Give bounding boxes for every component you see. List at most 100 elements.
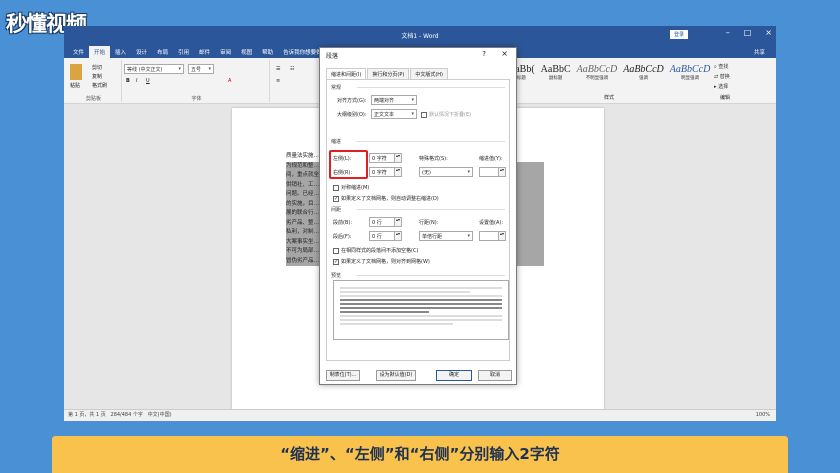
- alignment-label: 对齐方式(G):: [337, 98, 367, 104]
- highlight-box: [329, 150, 368, 179]
- space-after-label: 段后(F):: [333, 234, 352, 240]
- cancel-button[interactable]: 取消: [478, 370, 512, 381]
- format-painter-button[interactable]: 格式刷: [92, 82, 107, 89]
- font-name-select[interactable]: 等线 (中文正文): [124, 64, 184, 74]
- space-before-spinner[interactable]: ▴▾: [394, 217, 402, 227]
- bullets-icon[interactable]: ☰: [276, 66, 280, 72]
- status-bar: 第 1 页，共 1 页 284/484 个字 中文(中国) 100%: [64, 409, 776, 421]
- italic-button[interactable]: I: [136, 78, 137, 84]
- close-icon[interactable]: ×: [765, 28, 772, 37]
- numbering-icon[interactable]: ☷: [290, 66, 294, 72]
- align-left-icon[interactable]: ≡: [276, 78, 280, 84]
- find-label: 查找: [718, 64, 729, 70]
- copy-button[interactable]: 复制: [92, 73, 102, 80]
- share-button[interactable]: 共享: [749, 46, 770, 58]
- style-intense-name: 明显强调: [681, 76, 700, 81]
- checkbox-box: [333, 247, 339, 254]
- tab-references[interactable]: 引用: [173, 46, 194, 58]
- language[interactable]: 中文(中国): [148, 412, 172, 418]
- special-indent-select[interactable]: (无): [419, 167, 473, 177]
- style-subtitle[interactable]: AaBbC 副标题: [541, 64, 571, 81]
- space-after-spinner[interactable]: ▴▾: [394, 231, 402, 241]
- no-space-same-style-label: 在相同样式的段落间不添加空格(C): [341, 248, 419, 254]
- auto-adjust-indent-label: 如果定义了文档网格，则自动调整右缩进(D): [341, 196, 439, 202]
- space-before-label: 段前(B):: [333, 220, 353, 226]
- style-emphasis-name: 强调: [638, 76, 648, 81]
- line-spacing-select[interactable]: 单倍行距: [419, 231, 473, 241]
- tab-layout[interactable]: 布局: [152, 46, 173, 58]
- styles-gallery: AaBb(标题 AaBbC 副标题 AaBbCcD 不明显强调 AaBbCcD 强调 …: [508, 64, 710, 81]
- word-count[interactable]: 284/484 个字: [111, 412, 143, 418]
- general-section: 常规: [331, 85, 342, 91]
- style-emphasis-preview: AaBbCcD: [623, 64, 664, 75]
- font-size-select[interactable]: 五号: [188, 64, 214, 74]
- dialog-body: 常规 对齐方式(G): 两端对齐 大纲级别(O): 正文文本 默认情况下折叠(E…: [326, 79, 510, 361]
- indent-by-spinner[interactable]: ▴▾: [498, 167, 506, 177]
- divider: [357, 87, 505, 88]
- preview-section: 预览: [331, 273, 342, 279]
- tab-insert[interactable]: 插入: [110, 46, 131, 58]
- clipboard-label: 剪贴板: [85, 96, 101, 102]
- checkbox-box: ✓: [333, 258, 339, 265]
- tab-help[interactable]: 帮助: [257, 46, 278, 58]
- bold-button[interactable]: B: [126, 78, 130, 84]
- maximize-icon[interactable]: □: [744, 28, 752, 37]
- style-intense-emphasis[interactable]: AaBbCcD 明显强调: [670, 64, 711, 81]
- tab-view[interactable]: 视图: [236, 46, 257, 58]
- find-button[interactable]: ⌕ 查找: [714, 62, 730, 72]
- divider: [357, 209, 505, 210]
- collapsed-label: 默认情况下折叠(E): [429, 112, 472, 118]
- replace-label: 替换: [719, 74, 730, 80]
- line-spacing-label: 行距(N):: [419, 220, 439, 226]
- minimize-icon[interactable]: –: [726, 28, 730, 37]
- mirror-indents-label: 对称缩进(M): [341, 185, 370, 191]
- zoom-level[interactable]: 100%: [756, 410, 770, 421]
- mirror-indents-checkbox[interactable]: 对称缩进(M): [333, 184, 369, 191]
- spacing-at-input[interactable]: [479, 231, 499, 241]
- divider: [357, 275, 505, 276]
- tab-review[interactable]: 审阅: [215, 46, 236, 58]
- left-indent-input[interactable]: 0 字符: [369, 153, 395, 163]
- left-indent-spinner[interactable]: ▴▾: [394, 153, 402, 163]
- collapsed-checkbox[interactable]: 默认情况下折叠(E): [421, 111, 471, 118]
- right-indent-input[interactable]: 0 字符: [369, 167, 395, 177]
- replace-button[interactable]: ⇄ 替换: [714, 72, 730, 82]
- right-indent-spinner[interactable]: ▴▾: [394, 167, 402, 177]
- style-subtitle-name: 副标题: [548, 76, 563, 81]
- snap-to-grid-checkbox[interactable]: ✓ 如果定义了文档网格，则对齐到网格(W): [333, 258, 430, 265]
- indent-by-input[interactable]: [479, 167, 499, 177]
- no-space-same-style-checkbox[interactable]: 在相同样式的段落间不添加空格(C): [333, 247, 418, 254]
- space-after-input[interactable]: 0 行: [369, 231, 395, 241]
- outline-level-select[interactable]: 正文文本: [371, 109, 417, 119]
- paragraph-preview: [333, 280, 509, 340]
- font-label: 字体: [191, 96, 202, 102]
- underline-button[interactable]: U: [146, 78, 150, 84]
- paste-button[interactable]: 粘贴: [70, 82, 80, 89]
- font-color-button[interactable]: A: [228, 78, 231, 84]
- auto-adjust-indent-checkbox[interactable]: ✓ 如果定义了文档网格，则自动调整右缩进(D): [333, 195, 439, 202]
- login-button[interactable]: 登录: [669, 30, 688, 39]
- tab-file[interactable]: 文件: [68, 46, 89, 58]
- dialog-title-bar: 段落 ? ×: [320, 48, 516, 64]
- help-icon[interactable]: ?: [482, 50, 486, 58]
- style-emphasis[interactable]: AaBbCcD 强调: [623, 64, 664, 81]
- tab-mailings[interactable]: 邮件: [194, 46, 215, 58]
- tabs-button[interactable]: 制表位(T)...: [326, 370, 360, 381]
- tab-home[interactable]: 开始: [89, 46, 111, 58]
- editing-group: ⌕ 查找 ⇄ 替换 ▸ 选择: [714, 62, 730, 92]
- style-subtle-emphasis[interactable]: AaBbCcD 不明显强调: [577, 64, 618, 81]
- page-count: 第 1 页，共 1 页: [68, 412, 106, 418]
- space-before-input[interactable]: 0 行: [369, 217, 395, 227]
- spacing-at-spinner[interactable]: ▴▾: [498, 231, 506, 241]
- cut-button[interactable]: 剪切: [92, 64, 102, 71]
- ok-button[interactable]: 确定: [436, 370, 472, 381]
- alignment-select[interactable]: 两端对齐: [371, 95, 417, 105]
- paste-icon[interactable]: [70, 64, 82, 80]
- dialog-close-icon[interactable]: ×: [501, 49, 508, 58]
- set-default-button[interactable]: 设为默认值(D): [376, 370, 416, 381]
- clipboard-group: 粘贴 剪切 复制 格式刷 剪贴板: [66, 60, 122, 102]
- select-button[interactable]: ▸ 选择: [714, 82, 730, 92]
- tab-design[interactable]: 设计: [131, 46, 152, 58]
- checkbox-box: [421, 111, 427, 118]
- editing-label: 编辑: [720, 95, 731, 101]
